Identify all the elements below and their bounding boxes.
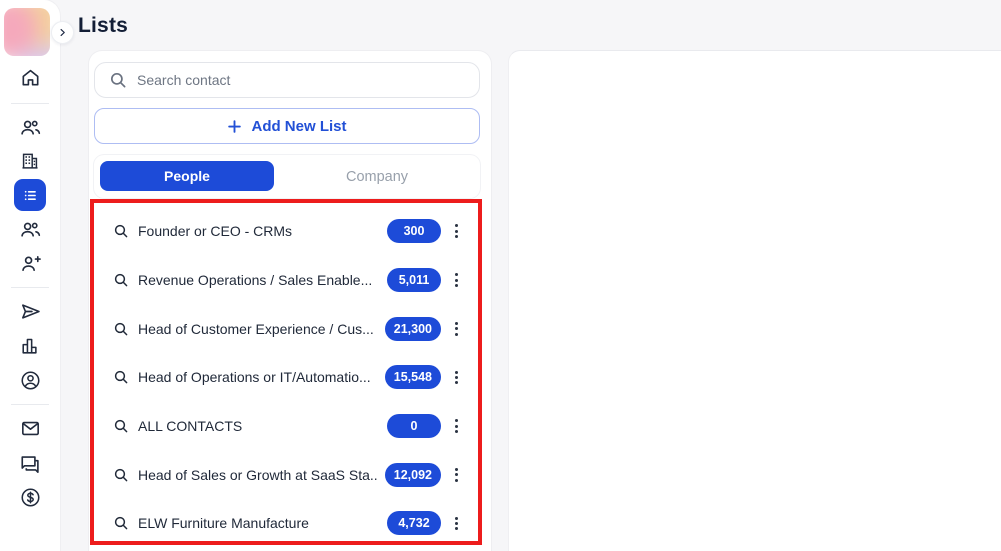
- count-badge: 300: [387, 219, 441, 243]
- search-list-icon: [113, 515, 129, 531]
- search-contact-box[interactable]: [94, 62, 480, 98]
- list-item[interactable]: ELW Furniture Manufacture 4,732: [94, 499, 480, 548]
- account-icon[interactable]: [18, 368, 42, 392]
- email-icon[interactable]: [18, 416, 42, 440]
- list-item[interactable]: ALL CONTACTS 0: [94, 402, 480, 451]
- sidebar: [0, 0, 60, 551]
- search-icon: [109, 71, 127, 89]
- app-logo: [4, 8, 50, 56]
- row-menu-button[interactable]: [452, 271, 460, 289]
- row-menu-button[interactable]: [452, 514, 460, 532]
- add-person-icon[interactable]: [18, 251, 42, 275]
- chat-icon[interactable]: [18, 451, 42, 475]
- list-name: ALL CONTACTS: [138, 418, 379, 434]
- list-name: ELW Furniture Manufacture: [138, 515, 379, 531]
- billing-icon[interactable]: [18, 485, 42, 509]
- sidebar-expand-button[interactable]: [51, 21, 74, 44]
- logo-blur-image: [4, 8, 50, 56]
- count-badge: 15,548: [385, 365, 441, 389]
- count-badge: 21,300: [385, 317, 441, 341]
- plus-icon: [227, 119, 242, 134]
- list-item[interactable]: Founder or CEO - CRMs 300: [94, 207, 480, 256]
- sidebar-divider: [11, 287, 49, 288]
- row-menu-button[interactable]: [452, 222, 460, 240]
- people-icon[interactable]: [18, 217, 42, 241]
- tab-company[interactable]: Company: [280, 155, 474, 198]
- list-item[interactable]: Head of Sales or Growth at SaaS Sta... 1…: [94, 450, 480, 499]
- list-name: Head of Sales or Growth at SaaS Sta...: [138, 467, 377, 483]
- send-icon[interactable]: [18, 299, 42, 323]
- row-menu-button[interactable]: [452, 368, 460, 386]
- contact-lists: Founder or CEO - CRMs 300 Revenue Operat…: [94, 207, 480, 548]
- sidebar-divider: [11, 103, 49, 104]
- search-list-icon: [113, 272, 129, 288]
- list-name: Revenue Operations / Sales Enable...: [138, 272, 379, 288]
- row-menu-button[interactable]: [452, 466, 460, 484]
- search-list-icon: [113, 369, 129, 385]
- home-icon[interactable]: [18, 65, 42, 89]
- list-name: Founder or CEO - CRMs: [138, 223, 379, 239]
- analytics-icon[interactable]: [18, 334, 42, 358]
- row-menu-button[interactable]: [452, 417, 460, 435]
- search-list-icon: [113, 418, 129, 434]
- count-badge: 5,011: [387, 268, 441, 292]
- search-list-icon: [113, 321, 129, 337]
- tab-people[interactable]: People: [100, 161, 274, 191]
- companies-icon[interactable]: [18, 149, 42, 173]
- list-name: Head of Operations or IT/Automatio...: [138, 369, 377, 385]
- lists-icon-active[interactable]: [14, 179, 46, 211]
- list-type-tabs: People Company: [94, 155, 480, 198]
- list-item[interactable]: Head of Operations or IT/Automatio... 15…: [94, 353, 480, 402]
- count-badge: 12,092: [385, 463, 441, 487]
- add-new-list-label: Add New List: [251, 118, 346, 135]
- list-name: Head of Customer Experience / Cus...: [138, 321, 377, 337]
- count-badge: 4,732: [387, 511, 441, 535]
- add-new-list-button[interactable]: Add New List: [94, 108, 480, 144]
- sidebar-divider: [11, 404, 49, 405]
- row-menu-button[interactable]: [452, 320, 460, 338]
- count-badge: 0: [387, 414, 441, 438]
- search-contact-input[interactable]: [137, 72, 465, 88]
- page-title: Lists: [78, 14, 128, 38]
- search-list-icon: [113, 223, 129, 239]
- list-item[interactable]: Revenue Operations / Sales Enable... 5,0…: [94, 256, 480, 305]
- detail-panel-empty: [508, 50, 1001, 551]
- contacts-icon[interactable]: [18, 115, 42, 139]
- search-list-icon: [113, 467, 129, 483]
- list-item[interactable]: Head of Customer Experience / Cus... 21,…: [94, 304, 480, 353]
